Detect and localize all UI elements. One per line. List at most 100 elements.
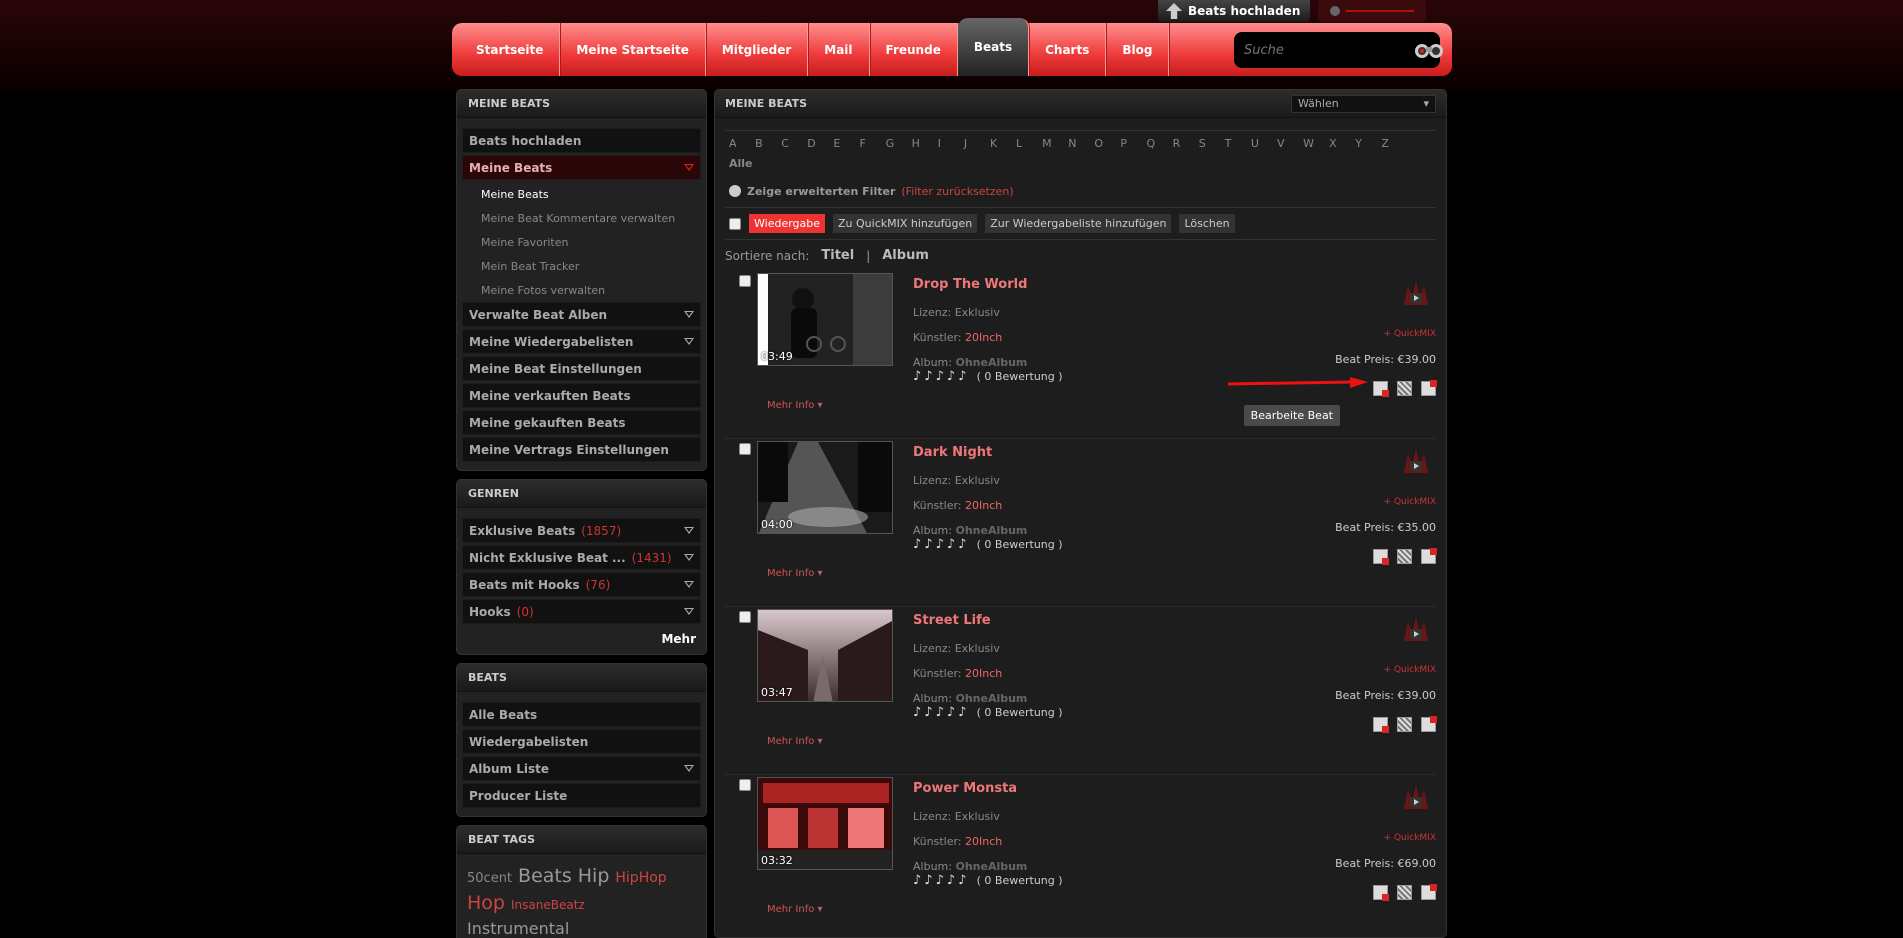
letter-link[interactable]: X [1329,137,1355,157]
beat-title[interactable]: Street Life [913,613,991,628]
letter-all-link[interactable]: Alle [729,157,755,177]
tag-link[interactable]: HipHop [615,866,666,890]
sidebar-sub-meine-beats[interactable]: Meine Beats [457,182,706,206]
rating-stars[interactable]: ♪♪♪♪♪ ( 0 Bewertung ) [913,369,1063,384]
nav-mitglieder[interactable]: Mitglieder [706,23,809,76]
album-link[interactable]: OhneAlbum [955,692,1027,705]
sidebar-sub-fotos[interactable]: Meine Fotos verwalten [457,278,706,302]
beat-checkbox[interactable] [739,611,751,623]
artist-link[interactable]: 20Inch [965,331,1002,344]
letter-link[interactable]: R [1173,137,1199,157]
share-beat-icon[interactable] [1397,717,1412,732]
select-all-checkbox[interactable] [729,217,741,230]
sort-title-link[interactable]: Titel [821,248,854,263]
extended-filter-link[interactable]: Zeige erweiterten Filter [747,185,895,198]
tag-link[interactable]: Beats [518,864,572,888]
edit-beat-icon[interactable] [1373,717,1389,733]
sidebar-item-beats-hochladen[interactable]: Beats hochladen [462,128,701,153]
sidebar-item-album-liste[interactable]: Album Liste [462,756,701,781]
letter-link[interactable]: Z [1381,137,1407,157]
letter-link[interactable]: V [1277,137,1303,157]
sidebar-item-vertrags-einstellungen[interactable]: Meine Vertrags Einstellungen [462,437,701,462]
action-select[interactable]: Wählen ▾ [1291,94,1436,113]
beat-thumbnail[interactable]: 03:32 [757,777,893,870]
letter-link[interactable]: O [1094,137,1120,157]
beat-checkbox[interactable] [739,275,751,287]
letter-link[interactable]: W [1303,137,1329,157]
album-link[interactable]: OhneAlbum [955,356,1027,369]
letter-link[interactable]: I [938,137,964,157]
delete-beat-icon[interactable] [1421,884,1437,900]
sidebar-item-hooks[interactable]: Hooks (0) [462,599,701,624]
edit-beat-icon[interactable] [1373,381,1389,397]
letter-link[interactable]: B [755,137,781,157]
nav-startseite[interactable]: Startseite [460,23,561,76]
binoculars-search-icon[interactable] [1412,40,1446,60]
sidebar-item-gekaufte-beats[interactable]: Meine gekauften Beats [462,410,701,435]
letter-link[interactable]: E [833,137,859,157]
arrow-circle-icon[interactable] [729,185,741,197]
artist-link[interactable]: 20Inch [965,667,1002,680]
letter-link[interactable]: T [1225,137,1251,157]
play-icon[interactable] [1402,615,1430,643]
quickmix-link[interactable]: + QuickMIX [1384,665,1436,675]
play-icon[interactable] [1402,783,1430,811]
album-link[interactable]: OhneAlbum [955,860,1027,873]
letter-link[interactable]: C [781,137,807,157]
letter-link[interactable]: D [807,137,833,157]
upload-beats-button[interactable]: Beats hochladen [1158,0,1311,22]
nav-meine-startseite[interactable]: Meine Startseite [560,23,706,76]
sidebar-sub-tracker[interactable]: Mein Beat Tracker [457,254,706,278]
beat-title[interactable]: Dark Night [913,445,992,460]
nav-mail[interactable]: Mail [808,23,870,76]
sidebar-item-beats-mit-hooks[interactable]: Beats mit Hooks (76) [462,572,701,597]
album-link[interactable]: OhneAlbum [955,524,1027,537]
play-icon[interactable] [1402,279,1430,307]
sidebar-item-nicht-exklusive[interactable]: Nicht Exklusive Beat ... (1431) [462,545,701,570]
letter-link[interactable]: N [1068,137,1094,157]
tag-link[interactable]: Hop [467,891,505,915]
play-button[interactable]: Wiedergabe [749,214,826,233]
letter-link[interactable]: A [729,137,755,157]
volume-knob-icon[interactable] [1330,6,1341,16]
delete-beat-icon[interactable] [1421,380,1437,396]
share-beat-icon[interactable] [1397,381,1412,396]
sidebar-item-meine-beats[interactable]: Meine Beats [462,155,701,180]
letter-link[interactable]: J [964,137,990,157]
quickmix-link[interactable]: + QuickMIX [1384,497,1436,507]
artist-link[interactable]: 20Inch [965,499,1002,512]
sidebar-item-wiedergabelisten-all[interactable]: Wiedergabelisten [462,729,701,754]
artist-link[interactable]: 20Inch [965,835,1002,848]
tag-link[interactable]: 50cent [467,867,512,891]
volume-slider[interactable] [1318,0,1427,22]
share-beat-icon[interactable] [1397,549,1412,564]
sidebar-item-producer-liste[interactable]: Producer Liste [462,783,701,808]
beat-thumbnail[interactable]: 03:47 [757,609,893,702]
beat-thumbnail[interactable]: 03:49 [757,273,893,366]
nav-beats[interactable]: Beats [957,18,1030,76]
mehr-info-link[interactable]: Mehr Info ▾ [767,904,823,915]
delete-beat-icon[interactable] [1421,716,1437,732]
nav-blog[interactable]: Blog [1106,23,1170,76]
letter-link[interactable]: S [1199,137,1225,157]
beat-title[interactable]: Power Monsta [913,781,1017,796]
tag-link[interactable]: Hip [578,864,610,888]
letter-link[interactable]: Y [1355,137,1381,157]
delete-button[interactable]: Löschen [1179,214,1235,233]
letter-link[interactable]: K [990,137,1016,157]
beat-checkbox[interactable] [739,779,751,791]
sidebar-sub-favoriten[interactable]: Meine Favoriten [457,230,706,254]
beat-checkbox[interactable] [739,443,751,455]
sidebar-item-verkaufte-beats[interactable]: Meine verkauften Beats [462,383,701,408]
quickmix-link[interactable]: + QuickMIX [1384,833,1436,843]
letter-link[interactable]: H [912,137,938,157]
filter-reset-link[interactable]: (Filter zurücksetzen) [901,185,1013,198]
delete-beat-icon[interactable] [1421,548,1437,564]
edit-beat-icon[interactable] [1373,549,1389,565]
rating-stars[interactable]: ♪♪♪♪♪ ( 0 Bewertung ) [913,873,1063,888]
rating-stars[interactable]: ♪♪♪♪♪ ( 0 Bewertung ) [913,705,1063,720]
play-icon[interactable] [1402,447,1430,475]
beat-thumbnail[interactable]: 04:00 [757,441,893,534]
letter-link[interactable]: G [886,137,912,157]
nav-freunde[interactable]: Freunde [870,23,958,76]
